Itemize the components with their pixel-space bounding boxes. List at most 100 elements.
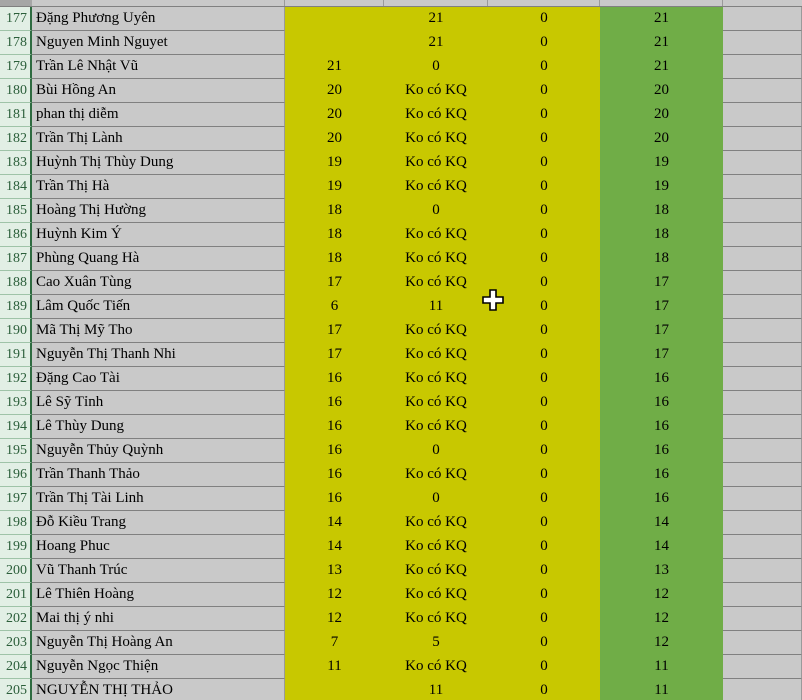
score-2-cell[interactable]: Ko có KQ: [384, 463, 488, 487]
total-cell[interactable]: 16: [600, 391, 723, 415]
empty-cell[interactable]: [723, 463, 802, 487]
score-2-cell[interactable]: Ko có KQ: [384, 151, 488, 175]
score-1-cell[interactable]: 19: [285, 151, 384, 175]
score-3-cell[interactable]: 0: [488, 655, 600, 679]
score-2-cell[interactable]: Ko có KQ: [384, 583, 488, 607]
empty-cell[interactable]: [723, 103, 802, 127]
total-cell[interactable]: 14: [600, 511, 723, 535]
student-name-cell[interactable]: Vũ Thanh Trúc: [32, 559, 285, 583]
score-3-cell[interactable]: 0: [488, 295, 600, 319]
student-name-cell[interactable]: Nguyễn Thị Hoàng An: [32, 631, 285, 655]
student-name-cell[interactable]: Trần Thị Hà: [32, 175, 285, 199]
score-2-cell[interactable]: Ko có KQ: [384, 103, 488, 127]
score-3-cell[interactable]: 0: [488, 55, 600, 79]
empty-cell[interactable]: [723, 223, 802, 247]
score-3-cell[interactable]: 0: [488, 199, 600, 223]
empty-cell[interactable]: [723, 415, 802, 439]
student-name-cell[interactable]: Cao Xuân Tùng: [32, 271, 285, 295]
row-header-number[interactable]: 186: [0, 223, 32, 247]
score-2-cell[interactable]: 21: [384, 31, 488, 55]
student-name-cell[interactable]: Hoang Phuc: [32, 535, 285, 559]
empty-cell[interactable]: [723, 679, 802, 700]
student-name-cell[interactable]: Nguyễn Thủy Quỳnh: [32, 439, 285, 463]
student-name-cell[interactable]: Nguyen Minh Nguyet: [32, 31, 285, 55]
score-2-cell[interactable]: 5: [384, 631, 488, 655]
empty-cell[interactable]: [723, 631, 802, 655]
score-1-cell[interactable]: 16: [285, 487, 384, 511]
row-header-number[interactable]: 204: [0, 655, 32, 679]
table-row[interactable]: 197 Trần Thị Tài Linh 16 0 0 16: [0, 487, 802, 511]
total-cell[interactable]: 12: [600, 607, 723, 631]
table-row[interactable]: 179 Trần Lê Nhật Vũ 21 0 0 21: [0, 55, 802, 79]
score-3-cell[interactable]: 0: [488, 151, 600, 175]
score-1-cell[interactable]: 16: [285, 439, 384, 463]
score-3-cell[interactable]: 0: [488, 391, 600, 415]
empty-cell[interactable]: [723, 391, 802, 415]
row-header-number[interactable]: 192: [0, 367, 32, 391]
total-cell[interactable]: 12: [600, 631, 723, 655]
total-cell[interactable]: 21: [600, 31, 723, 55]
student-name-cell[interactable]: Đỗ Kiều Trang: [32, 511, 285, 535]
row-header-number[interactable]: 196: [0, 463, 32, 487]
score-1-cell[interactable]: 11: [285, 655, 384, 679]
score-1-cell[interactable]: [285, 7, 384, 31]
score-2-cell[interactable]: 11: [384, 295, 488, 319]
score-1-cell[interactable]: 17: [285, 271, 384, 295]
score-3-cell[interactable]: 0: [488, 271, 600, 295]
score-2-cell[interactable]: Ko có KQ: [384, 655, 488, 679]
empty-cell[interactable]: [723, 7, 802, 31]
table-row[interactable]: 194 Lê Thùy Dung 16 Ko có KQ 0 16: [0, 415, 802, 439]
row-header-number[interactable]: 191: [0, 343, 32, 367]
row-header-number[interactable]: 179: [0, 55, 32, 79]
total-cell[interactable]: 20: [600, 103, 723, 127]
score-1-cell[interactable]: 21: [285, 55, 384, 79]
row-header-partial[interactable]: [0, 0, 32, 7]
total-cell[interactable]: 20: [600, 79, 723, 103]
table-row[interactable]: 192 Đặng Cao Tài 16 Ko có KQ 0 16: [0, 367, 802, 391]
total-cell[interactable]: 19: [600, 151, 723, 175]
row-header-number[interactable]: 197: [0, 487, 32, 511]
student-name-cell[interactable]: Mai thị ý nhi: [32, 607, 285, 631]
student-name-cell[interactable]: Trần Lê Nhật Vũ: [32, 55, 285, 79]
table-row[interactable]: 185 Hoàng Thị Hường 18 0 0 18: [0, 199, 802, 223]
student-name-cell[interactable]: Huỳnh Thị Thùy Dung: [32, 151, 285, 175]
empty-cell[interactable]: [723, 655, 802, 679]
score-2-cell[interactable]: Ko có KQ: [384, 391, 488, 415]
row-header-number[interactable]: 178: [0, 31, 32, 55]
score-3-cell[interactable]: 0: [488, 367, 600, 391]
empty-cell[interactable]: [723, 319, 802, 343]
score-1-cell[interactable]: [285, 31, 384, 55]
row-header-number[interactable]: 200: [0, 559, 32, 583]
total-cell[interactable]: 17: [600, 295, 723, 319]
student-name-cell[interactable]: NGUYỄN THỊ THẢO: [32, 679, 285, 700]
row-header-number[interactable]: 201: [0, 583, 32, 607]
score-3-cell[interactable]: 0: [488, 463, 600, 487]
table-row[interactable]: 200 Vũ Thanh Trúc 13 Ko có KQ 0 13: [0, 559, 802, 583]
score-1-cell[interactable]: 16: [285, 391, 384, 415]
score-1-cell[interactable]: 13: [285, 559, 384, 583]
empty-cell[interactable]: [723, 127, 802, 151]
score-1-cell[interactable]: 14: [285, 535, 384, 559]
total-cell[interactable]: 18: [600, 223, 723, 247]
score-1-cell[interactable]: 16: [285, 367, 384, 391]
score-3-cell[interactable]: 0: [488, 583, 600, 607]
empty-cell[interactable]: [723, 79, 802, 103]
score-3-cell[interactable]: 0: [488, 175, 600, 199]
student-name-cell[interactable]: Trần Thanh Thảo: [32, 463, 285, 487]
score-2-cell[interactable]: Ko có KQ: [384, 271, 488, 295]
total-cell[interactable]: 13: [600, 559, 723, 583]
total-cell[interactable]: 11: [600, 679, 723, 700]
score-2-cell[interactable]: Ko có KQ: [384, 127, 488, 151]
score-3-cell[interactable]: 0: [488, 343, 600, 367]
table-row[interactable]: 184 Trần Thị Hà 19 Ko có KQ 0 19: [0, 175, 802, 199]
table-row[interactable]: 203 Nguyễn Thị Hoàng An 7 5 0 12: [0, 631, 802, 655]
score-2-cell[interactable]: Ko có KQ: [384, 607, 488, 631]
score-1-cell[interactable]: 6: [285, 295, 384, 319]
empty-cell[interactable]: [723, 55, 802, 79]
row-header-number[interactable]: 205: [0, 679, 32, 700]
student-name-cell[interactable]: Nguyễn Thị Thanh Nhi: [32, 343, 285, 367]
table-row[interactable]: 193 Lê Sỹ Tỉnh 16 Ko có KQ 0 16: [0, 391, 802, 415]
score-1-cell[interactable]: 12: [285, 583, 384, 607]
score-1-cell[interactable]: 19: [285, 175, 384, 199]
score-3-cell[interactable]: 0: [488, 319, 600, 343]
